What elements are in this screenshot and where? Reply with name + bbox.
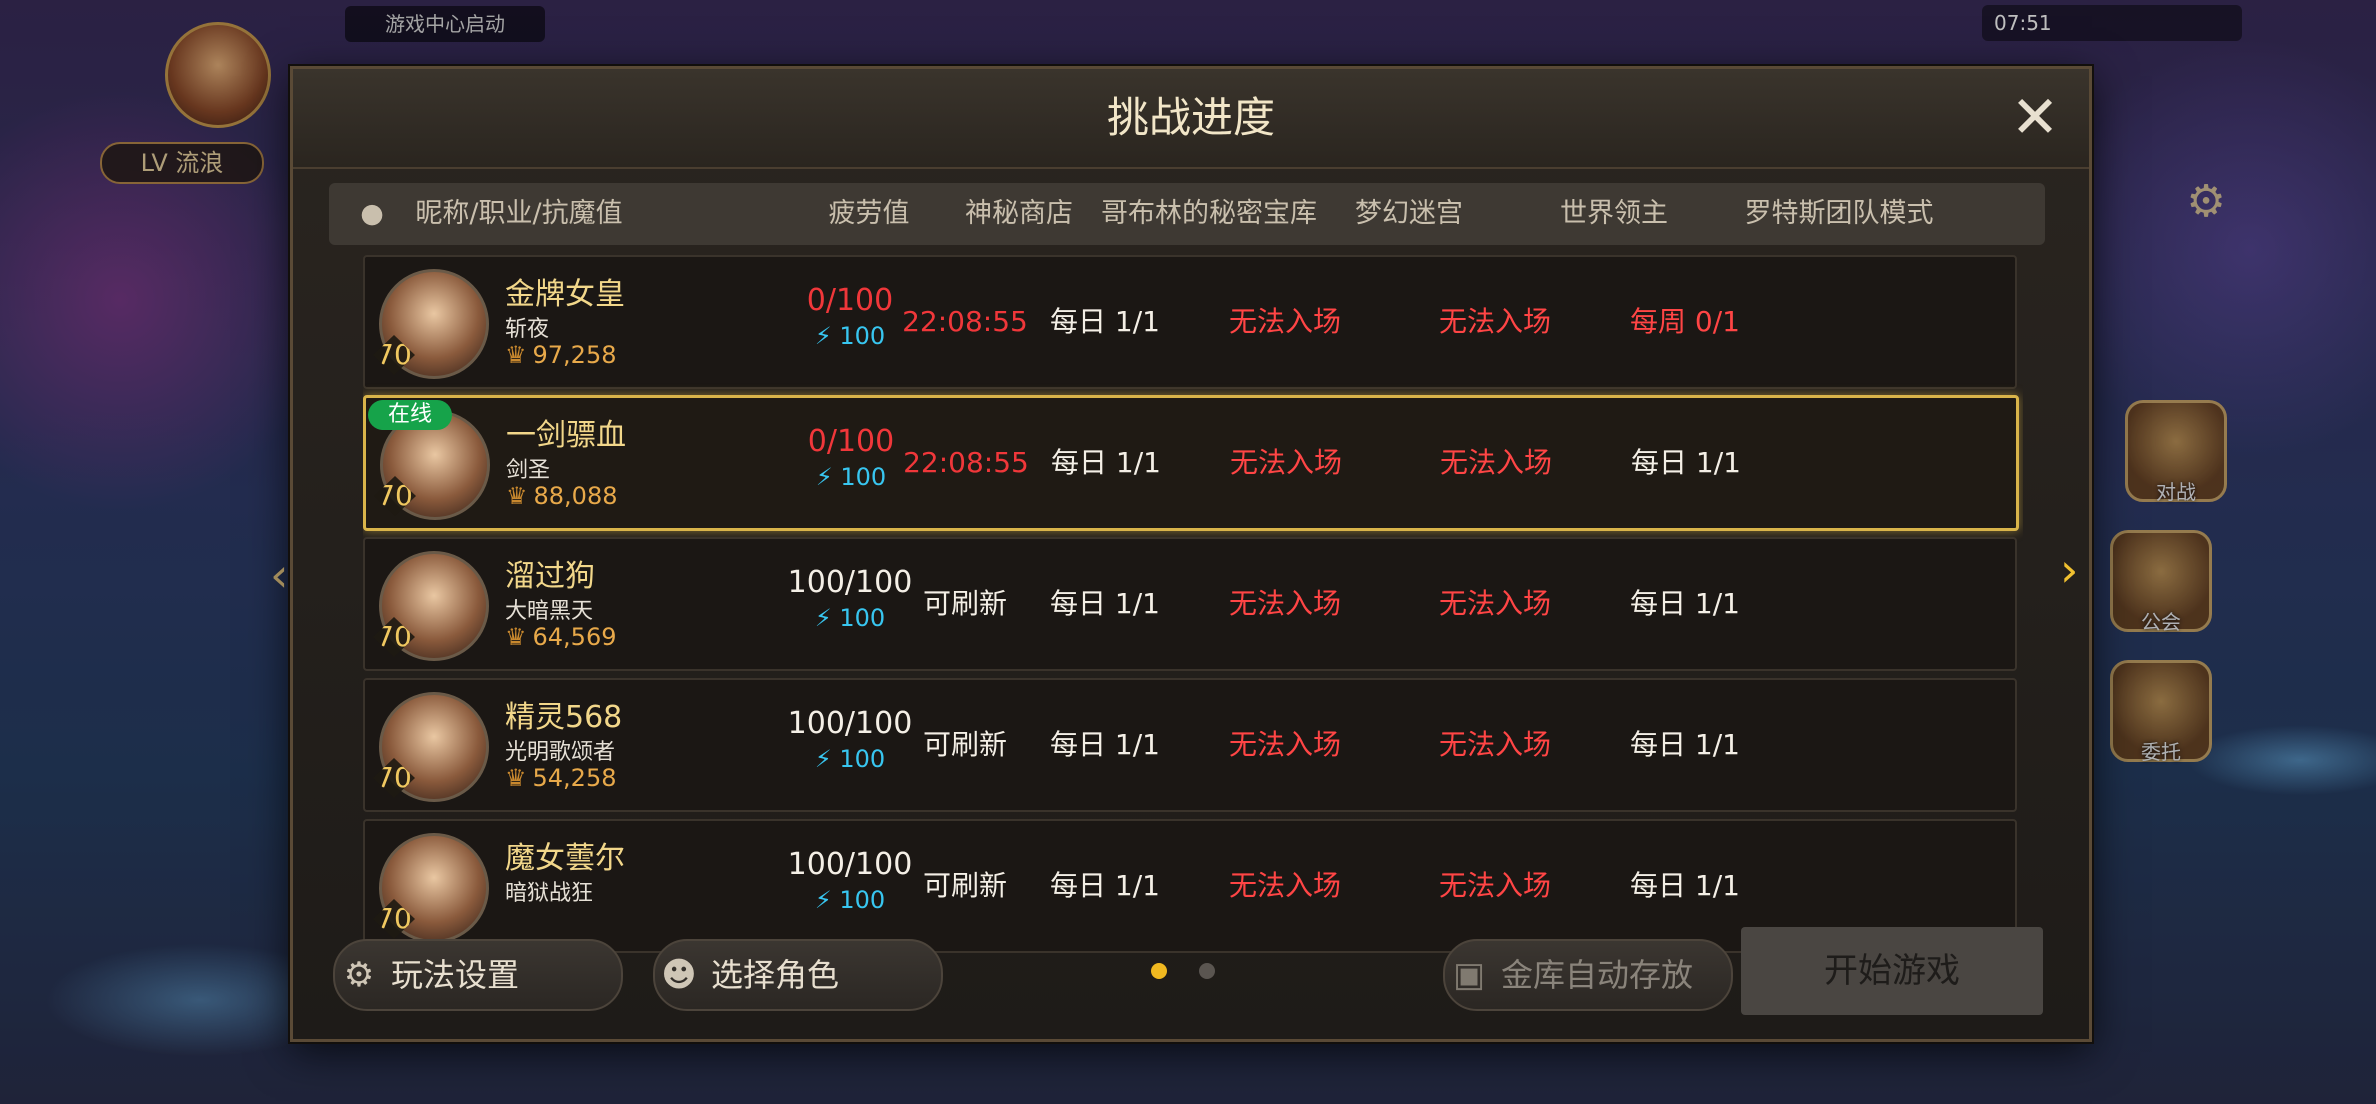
- character-job: 斩夜: [505, 317, 550, 342]
- col-goblin: 哥布林的秘密宝库: [1101, 198, 1317, 229]
- online-badge: 在线: [368, 400, 453, 430]
- crest-icon: ♛: [505, 341, 527, 369]
- modal-header: 挑战进度 ✕: [293, 69, 2089, 169]
- play-settings-label: 玩法设置: [391, 956, 520, 994]
- lightning-icon: ⚡: [814, 604, 832, 632]
- character-row[interactable]: 70 金牌女皇 斩夜 ♛ 97,258 0/100 ⚡ 100 22:08:55 …: [363, 255, 2017, 389]
- rotus-cell: 每日 1/1: [1631, 446, 1741, 479]
- character-job: 光明歌颂者: [505, 740, 616, 765]
- lightning-icon: ⚡: [814, 886, 832, 914]
- vault-icon: ▣: [1452, 955, 1486, 995]
- lightning-icon: ⚡: [815, 463, 833, 491]
- boss-cell: 无法入场: [1438, 305, 1551, 338]
- maze-cell: 无法入场: [1228, 305, 1341, 338]
- crest-icon: ♛: [505, 764, 527, 792]
- user-icon: ●: [360, 198, 384, 229]
- power-value: 97,258: [532, 341, 617, 369]
- goblin-cell: 每日 1/1: [1051, 446, 1161, 479]
- gear-icon: ⚙: [343, 955, 375, 995]
- goblin-cell: 每日 1/1: [1050, 587, 1160, 620]
- goblin-cell: 每日 1/1: [1050, 728, 1160, 761]
- crest-icon: ♛: [505, 623, 527, 651]
- character-job: 剑圣: [506, 458, 551, 483]
- chevron-right-icon[interactable]: ›: [2060, 540, 2078, 600]
- col-rotus: 罗特斯团队模式: [1744, 198, 1934, 229]
- character-job: 暗狱战狂: [505, 881, 594, 906]
- character-power: ♛ 97,258: [505, 341, 617, 369]
- character-name: 溜过狗: [505, 559, 595, 594]
- character-power: ♛ 88,088: [506, 482, 618, 510]
- chevron-left-icon[interactable]: ‹: [270, 545, 288, 605]
- boss-cell: 无法入场: [1438, 728, 1551, 761]
- crest-icon: ♛: [506, 482, 528, 510]
- character-name: 精灵568: [505, 700, 623, 735]
- character-row[interactable]: 70 溜过狗 大暗黑天 ♛ 64,569 100/100 ⚡ 100 可刷新 每日…: [363, 537, 2017, 671]
- character-name: 魔女蕓尔: [505, 841, 625, 876]
- boss-cell: 无法入场: [1438, 587, 1551, 620]
- maze-cell: 无法入场: [1229, 446, 1342, 479]
- col-fatigue: 疲劳值: [828, 198, 910, 229]
- col-shop: 神秘商店: [965, 198, 1073, 229]
- col-maze: 梦幻迷宫: [1355, 198, 1463, 229]
- column-header: ● 昵称/职业/抗魔值 疲劳值 神秘商店 哥布林的秘密宝库 梦幻迷宫 世界领主 …: [329, 183, 2045, 245]
- select-role-label: 选择角色: [711, 956, 840, 994]
- character-power: ♛ 64,569: [505, 623, 617, 651]
- character-row-selected[interactable]: 在线 70 一剑骠血 剑圣 ♛ 88,088 0/100 ⚡ 100 22:08:…: [363, 395, 2019, 531]
- lightning-icon: ⚡: [814, 745, 832, 773]
- character-power: ♛ 54,258: [505, 764, 617, 792]
- play-settings-button[interactable]: ⚙ 玩法设置: [333, 939, 623, 1011]
- col-name: 昵称/职业/抗魔值: [415, 198, 623, 229]
- lightning-icon: ⚡: [814, 322, 832, 350]
- goblin-cell: 每日 1/1: [1050, 305, 1160, 338]
- character-name: 金牌女皇: [505, 277, 625, 312]
- page-dot[interactable]: [1199, 963, 1215, 979]
- power-value: 64,569: [532, 623, 617, 651]
- role-icon: ☻: [661, 955, 697, 995]
- maze-cell: 无法入场: [1228, 728, 1341, 761]
- goblin-cell: 每日 1/1: [1050, 869, 1160, 902]
- character-row[interactable]: 70 精灵568 光明歌颂者 ♛ 54,258 100/100 ⚡ 100 可刷新…: [363, 678, 2017, 812]
- close-icon[interactable]: ✕: [2007, 88, 2063, 147]
- challenge-progress-modal: 挑战进度 ✕ ● 昵称/职业/抗魔值 疲劳值 神秘商店 哥布林的秘密宝库 梦幻迷…: [290, 66, 2092, 1042]
- character-name: 一剑骠血: [506, 418, 626, 453]
- boss-cell: 无法入场: [1438, 869, 1551, 902]
- auto-store-label: 金库自动存放: [1501, 956, 1694, 994]
- character-job: 大暗黑天: [505, 599, 594, 624]
- character-list[interactable]: 70 金牌女皇 斩夜 ♛ 97,258 0/100 ⚡ 100 22:08:55 …: [363, 255, 2023, 969]
- power-value: 54,258: [532, 764, 617, 792]
- start-game-button[interactable]: 开始游戏: [1741, 927, 2043, 1015]
- col-boss: 世界领主: [1560, 198, 1668, 229]
- power-value: 88,088: [533, 482, 618, 510]
- auto-store-button[interactable]: ▣ 金库自动存放: [1443, 939, 1733, 1011]
- maze-cell: 无法入场: [1228, 869, 1341, 902]
- maze-cell: 无法入场: [1228, 587, 1341, 620]
- boss-cell: 无法入场: [1439, 446, 1552, 479]
- rotus-cell: 每日 1/1: [1630, 728, 1740, 761]
- modal-title: 挑战进度: [1106, 93, 1275, 142]
- rotus-cell: 每日 1/1: [1630, 587, 1740, 620]
- select-role-button[interactable]: ☻ 选择角色: [653, 939, 943, 1011]
- page-dot-active[interactable]: [1151, 963, 1167, 979]
- rotus-cell: 每周 0/1: [1630, 305, 1740, 338]
